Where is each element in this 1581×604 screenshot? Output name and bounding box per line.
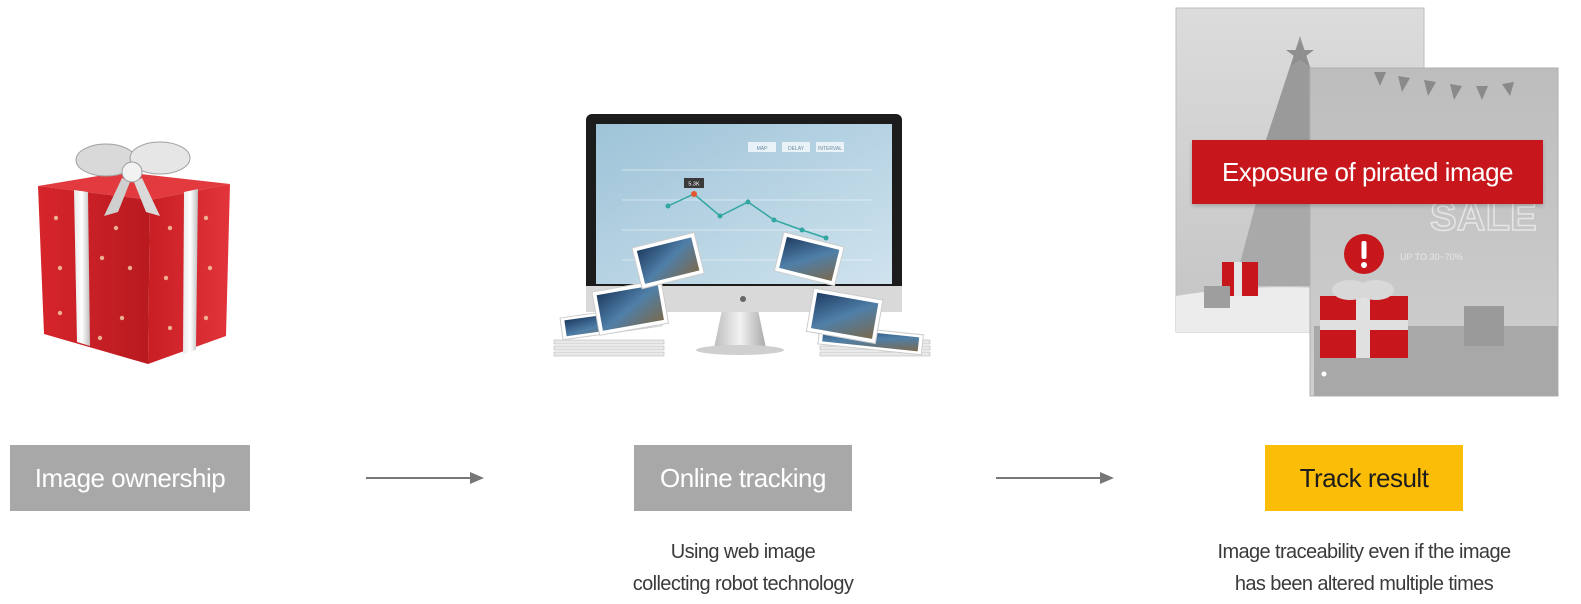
arrow-right-icon	[996, 472, 1114, 484]
caption-line: Image traceability even if the image	[1217, 541, 1511, 563]
caption-track-result: Image traceability even if the image has…	[1164, 536, 1564, 600]
step-image-ownership: Image ownership	[10, 445, 250, 511]
gift-box-illustration	[38, 141, 230, 364]
caption-line: collecting robot technology	[632, 573, 854, 595]
caption-online-tracking: Using web image collecting robot technol…	[543, 536, 943, 600]
monitor-button-map: MAP	[757, 146, 769, 152]
chart-point-label: 5.3K	[688, 182, 700, 188]
step-track-result: Track result	[1265, 445, 1463, 511]
alert-exclamation-icon	[1344, 234, 1384, 274]
pirated-image-banner: Exposure of pirated image	[1192, 140, 1543, 204]
poster-discount-text: UP TO 30~70%	[1400, 252, 1463, 262]
caption-line: Using web image	[670, 541, 816, 563]
monitor-button-interval: INTERVAL	[818, 146, 842, 152]
arrow-right-icon	[366, 472, 484, 484]
caption-line: has been altered multiple times	[1234, 573, 1494, 595]
step-online-tracking: Online tracking	[634, 445, 852, 511]
monitor-button-delay: DELAY	[788, 146, 805, 152]
monitor-illustration: MAP DELAY INTERVAL 5.3K	[553, 114, 931, 357]
